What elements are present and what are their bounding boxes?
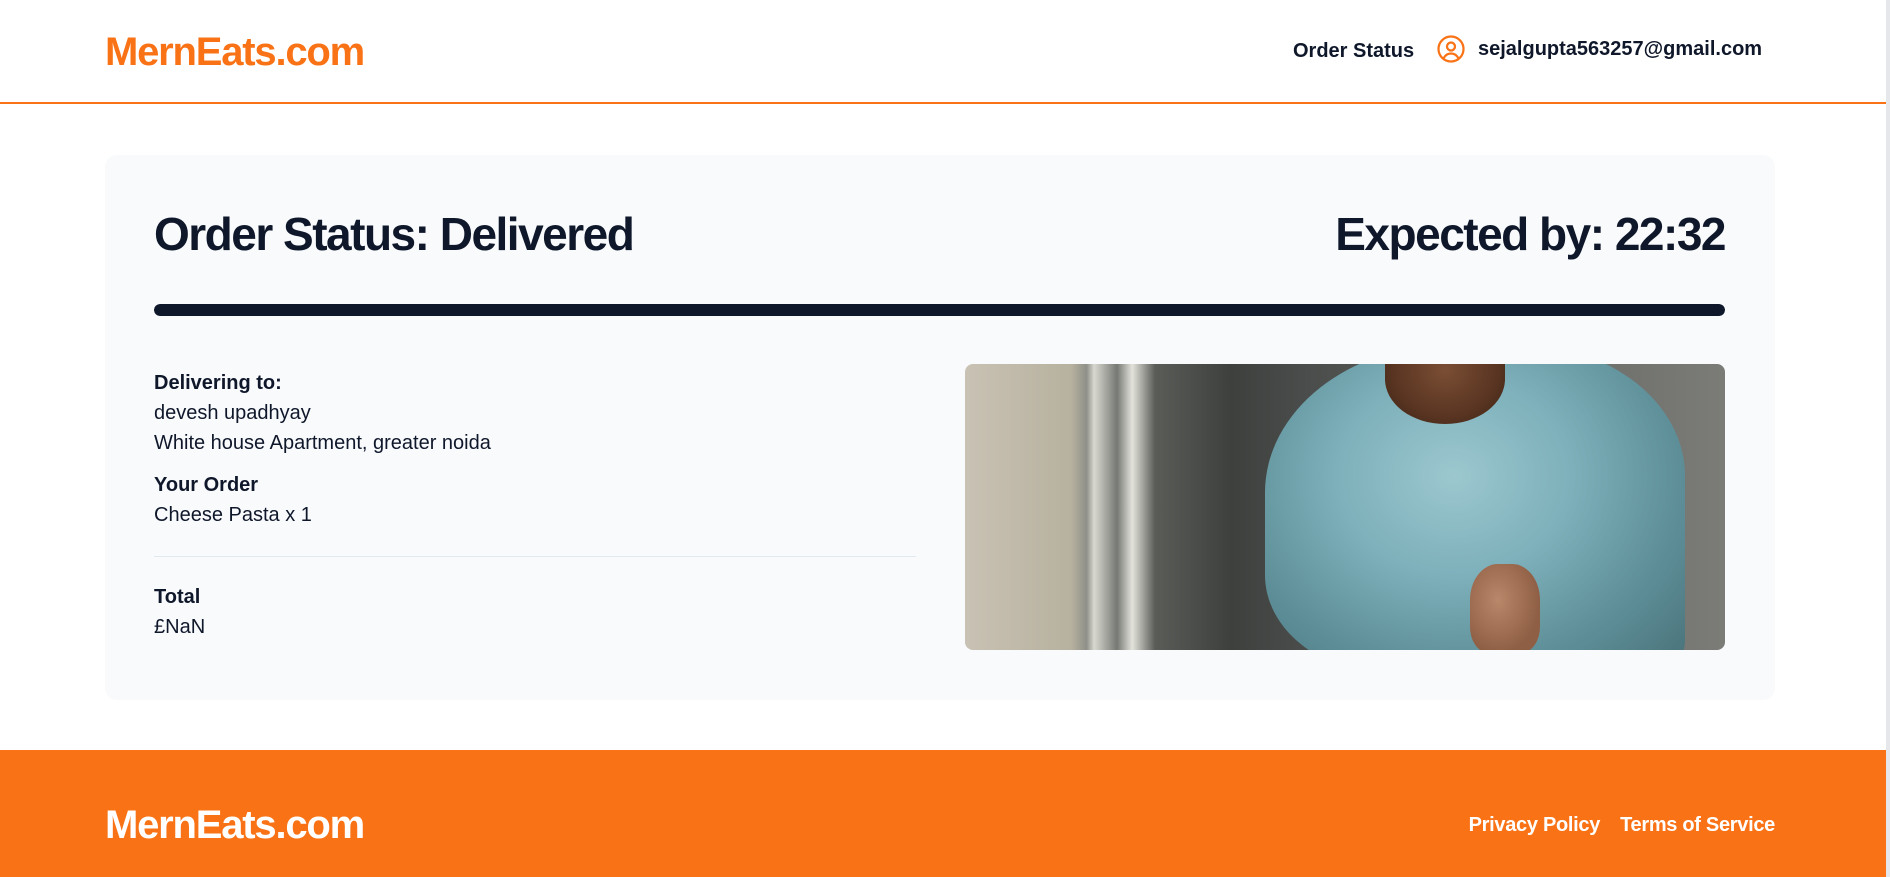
divider: [154, 556, 916, 557]
delivering-to-label: Delivering to:: [154, 372, 282, 394]
site-header: MernEats.com Order Status sejalgupta5632…: [0, 0, 1886, 104]
order-progress-bar: [154, 304, 1725, 316]
order-status-page: MernEats.com Order Status sejalgupta5632…: [0, 0, 1890, 877]
site-footer: MernEats.com Privacy Policy Terms of Ser…: [0, 750, 1886, 877]
total-value: £NaN: [154, 616, 206, 638]
order-progress-fill: [154, 304, 1725, 316]
delivery-address: White house Apartment, greater noida: [154, 432, 491, 454]
user-circle-icon: [1437, 35, 1465, 63]
expected-time: Expected by: 22:32: [1335, 208, 1726, 260]
recipient-name: devesh upadhyay: [154, 402, 311, 424]
order-status-card: Order Status: Delivered Expected by: 22:…: [105, 155, 1775, 700]
your-order-label: Your Order: [154, 474, 259, 496]
scrollbar[interactable]: [1886, 0, 1890, 877]
terms-of-service-link[interactable]: Terms of Service: [1620, 814, 1775, 837]
footer-logo: MernEats.com: [105, 803, 365, 847]
order-items: Your Order Cheese Pasta x 1: [154, 470, 916, 530]
total-label: Total: [154, 586, 201, 608]
order-total: Total £NaN: [154, 582, 916, 642]
site-logo[interactable]: MernEats.com: [105, 30, 365, 75]
image-hand-region: [1470, 564, 1540, 650]
footer-links: Privacy Policy Terms of Service: [1469, 814, 1776, 837]
order-details: Delivering to: devesh upadhyay White hou…: [154, 368, 916, 654]
delivery-info: Delivering to: devesh upadhyay White hou…: [154, 368, 916, 458]
user-email: sejalgupta563257@gmail.com: [1478, 37, 1763, 60]
order-status-link[interactable]: Order Status: [1293, 40, 1414, 63]
user-menu-button[interactable]: sejalgupta563257@gmail.com: [1436, 34, 1762, 64]
privacy-policy-link[interactable]: Privacy Policy: [1469, 814, 1601, 837]
order-item: Cheese Pasta x 1: [154, 504, 312, 526]
restaurant-image: [965, 364, 1725, 650]
order-status-heading: Order Status: Delivered: [154, 208, 635, 260]
